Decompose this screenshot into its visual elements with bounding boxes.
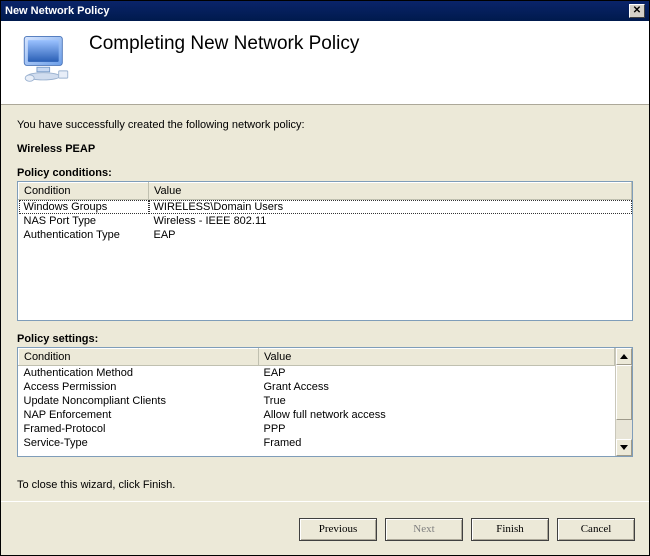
scroll-thumb[interactable]: [616, 365, 632, 420]
cell-condition: NAS Port Type: [19, 214, 149, 228]
table-row[interactable]: NAS Port Type Wireless - IEEE 802.11: [19, 214, 632, 228]
scroll-down-button[interactable]: [616, 439, 632, 456]
policy-name: Wireless PEAP: [17, 143, 633, 155]
cancel-button[interactable]: Cancel: [557, 518, 635, 541]
divider: [1, 501, 649, 502]
cell-value: Framed: [259, 436, 615, 450]
cell-condition: Service-Type: [19, 436, 259, 450]
window-title: New Network Policy: [5, 5, 110, 17]
next-button: Next: [385, 518, 463, 541]
wizard-footer: Previous Next Finish Cancel: [1, 508, 649, 555]
scroll-track[interactable]: [616, 420, 632, 439]
cell-condition: Access Permission: [19, 380, 259, 394]
chevron-down-icon: [620, 445, 628, 450]
cell-value: Grant Access: [259, 380, 615, 394]
intro-text: You have successfully created the follow…: [17, 119, 633, 131]
settings-label: Policy settings:: [17, 333, 633, 345]
cell-condition: NAP Enforcement: [19, 408, 259, 422]
table-row[interactable]: Windows Groups WIRELESS\Domain Users: [19, 200, 632, 215]
cell-condition: Windows Groups: [19, 200, 149, 215]
scroll-up-button[interactable]: [616, 348, 632, 365]
table-row[interactable]: Service-TypeFramed: [19, 436, 615, 450]
col-condition[interactable]: Condition: [19, 349, 259, 366]
cell-value: EAP: [259, 366, 615, 381]
finish-button[interactable]: Finish: [471, 518, 549, 541]
cell-value: EAP: [149, 228, 632, 242]
scrollbar[interactable]: [615, 348, 632, 456]
wizard-body: You have successfully created the follow…: [1, 105, 649, 508]
cell-condition: Authentication Method: [19, 366, 259, 381]
conditions-table[interactable]: Condition Value Windows Groups WIRELESS\…: [17, 181, 633, 321]
cell-condition: Update Noncompliant Clients: [19, 394, 259, 408]
close-hint: To close this wizard, click Finish.: [17, 479, 633, 491]
cell-value: WIRELESS\Domain Users: [149, 200, 632, 215]
cell-value: True: [259, 394, 615, 408]
cell-condition: Authentication Type: [19, 228, 149, 242]
cell-condition: Framed-Protocol: [19, 422, 259, 436]
cell-value: Wireless - IEEE 802.11: [149, 214, 632, 228]
table-row[interactable]: NAP EnforcementAllow full network access: [19, 408, 615, 422]
previous-button[interactable]: Previous: [299, 518, 377, 541]
chevron-up-icon: [620, 354, 628, 359]
conditions-label: Policy conditions:: [17, 167, 633, 179]
wizard-window: New Network Policy ✕: [0, 0, 650, 556]
table-row[interactable]: Authentication Type EAP: [19, 228, 632, 242]
col-condition[interactable]: Condition: [19, 183, 149, 200]
settings-table[interactable]: Condition Value Authentication MethodEAP…: [17, 347, 633, 457]
table-row[interactable]: Authentication MethodEAP: [19, 366, 615, 381]
table-row[interactable]: Access PermissionGrant Access: [19, 380, 615, 394]
wizard-header: Completing New Network Policy: [1, 21, 649, 105]
col-value[interactable]: Value: [259, 349, 615, 366]
monitor-icon: [17, 31, 75, 92]
col-value[interactable]: Value: [149, 183, 632, 200]
table-row[interactable]: Framed-ProtocolPPP: [19, 422, 615, 436]
table-row[interactable]: Update Noncompliant ClientsTrue: [19, 394, 615, 408]
cell-value: Allow full network access: [259, 408, 615, 422]
cell-value: PPP: [259, 422, 615, 436]
titlebar[interactable]: New Network Policy ✕: [1, 1, 649, 21]
close-button[interactable]: ✕: [629, 4, 645, 18]
page-title: Completing New Network Policy: [89, 33, 359, 55]
